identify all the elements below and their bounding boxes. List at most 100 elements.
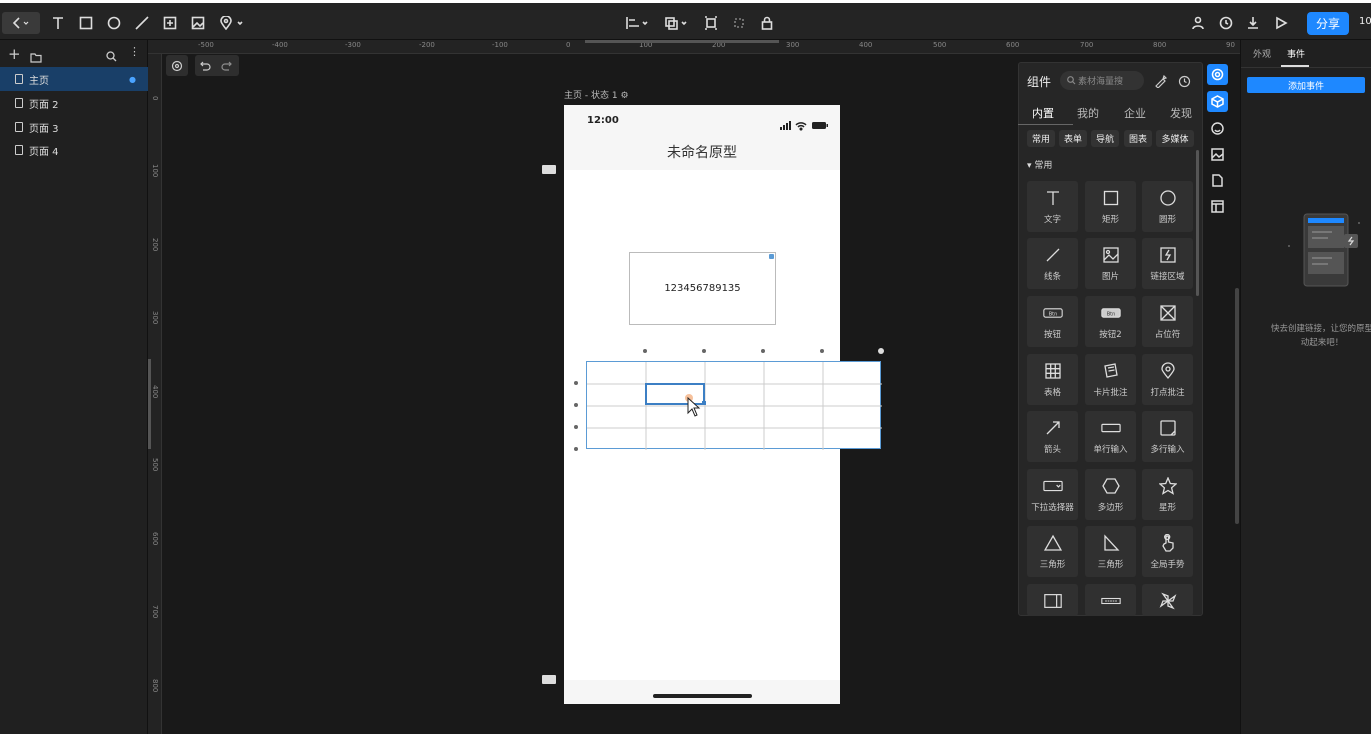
row-handle[interactable]: [574, 403, 578, 407]
row-handle[interactable]: [574, 447, 578, 451]
component-triangle[interactable]: 三角形: [1027, 526, 1078, 577]
battery-icon: [812, 122, 828, 129]
layout-icon[interactable]: [1207, 196, 1228, 217]
settings-icon[interactable]: ⚙: [620, 91, 628, 101]
component-table[interactable]: 表格: [1027, 354, 1078, 405]
component-polygon[interactable]: 多边形: [1085, 469, 1136, 520]
placeholder-icon: [1158, 303, 1178, 323]
component-dropdown[interactable]: 下拉选择器: [1027, 469, 1078, 520]
tab-events[interactable]: 事件: [1287, 47, 1305, 60]
tab-appearance[interactable]: 外观: [1253, 47, 1271, 60]
pinwheel-icon: [1158, 591, 1178, 611]
component-star[interactable]: 星形: [1142, 469, 1193, 520]
resize-handle[interactable]: [769, 254, 774, 259]
tab-discover[interactable]: 发现: [1170, 105, 1192, 121]
column-handle[interactable]: [643, 349, 647, 353]
history-icon[interactable]: [1178, 73, 1191, 92]
download-icon[interactable]: [1245, 12, 1261, 34]
page-item-4[interactable]: 页面 4: [0, 138, 148, 162]
tab-mine[interactable]: 我的: [1077, 105, 1099, 121]
row-handle[interactable]: [574, 425, 578, 429]
component-single-input[interactable]: 单行输入: [1085, 411, 1136, 462]
user-icon[interactable]: [1191, 12, 1207, 34]
more-options-icon[interactable]: ⋮: [129, 45, 140, 58]
component-button2[interactable]: Btn 按钮2: [1085, 296, 1136, 347]
page-item-2[interactable]: 页面 2: [0, 91, 148, 115]
fixed-header-tag-icon[interactable]: [542, 165, 556, 174]
target-icon[interactable]: [166, 55, 188, 76]
lock-icon[interactable]: [759, 12, 775, 34]
align-dropdown[interactable]: [625, 12, 651, 34]
fixed-footer-tag-icon[interactable]: [542, 675, 556, 684]
component-pinwheel[interactable]: [1142, 584, 1193, 616]
column-handle[interactable]: [702, 349, 706, 353]
line-tool-icon[interactable]: [134, 12, 150, 34]
component-placeholder[interactable]: 占位符: [1142, 296, 1193, 347]
hotspot-icon: [1158, 245, 1178, 265]
column-handle[interactable]: [820, 349, 824, 353]
history-icon[interactable]: [1218, 12, 1234, 34]
component-card-annotation[interactable]: 卡片批注: [1085, 354, 1136, 405]
component-right-triangle[interactable]: 三角形: [1085, 526, 1136, 577]
frame-label[interactable]: 主页 - 状态 1 ⚙: [564, 88, 629, 101]
brush-icon[interactable]: [1154, 73, 1168, 92]
target-panel-icon[interactable]: [1207, 64, 1228, 85]
page-item-3[interactable]: 页面 3: [0, 115, 148, 139]
subtab-navigation[interactable]: 导航: [1091, 130, 1119, 147]
tab-builtin[interactable]: 内置: [1032, 105, 1054, 121]
subtab-form[interactable]: 表单: [1059, 130, 1087, 147]
component-line[interactable]: 线条: [1027, 238, 1078, 289]
ungroup-icon[interactable]: [731, 12, 747, 34]
ruler-vertical: 0 100 200 300 400 500 600 700 800: [148, 54, 162, 734]
text-tool-icon[interactable]: [50, 12, 66, 34]
pin-tool-dropdown[interactable]: [218, 12, 246, 34]
document-icon[interactable]: [1207, 170, 1228, 191]
subtab-common[interactable]: 常用: [1027, 130, 1055, 147]
image-tool-icon[interactable]: [190, 12, 206, 34]
rectangle-tool-icon[interactable]: [78, 12, 94, 34]
back-button[interactable]: [2, 12, 40, 34]
search-icon[interactable]: [106, 47, 117, 66]
component-label: 线条: [1043, 272, 1061, 282]
component-scrollbar[interactable]: [1196, 150, 1199, 296]
component-gesture[interactable]: 全局手势: [1142, 526, 1193, 577]
component-button[interactable]: Btn 按钮: [1027, 296, 1078, 347]
component-rectangle[interactable]: 矩形: [1085, 181, 1136, 232]
subtab-chart[interactable]: 图表: [1124, 130, 1152, 147]
add-page-icon[interactable]: +: [8, 45, 21, 63]
column-handle[interactable]: [761, 349, 765, 353]
canvas-scrollbar[interactable]: [1235, 288, 1239, 524]
zoom-level[interactable]: 10: [1359, 16, 1371, 27]
component-text[interactable]: 文字: [1027, 181, 1078, 232]
preview-play-icon[interactable]: [1273, 12, 1289, 34]
component-image[interactable]: 图片: [1085, 238, 1136, 289]
table-grid: [587, 362, 882, 450]
page-icon: [15, 145, 23, 155]
component-search-input[interactable]: 素材海量搜: [1060, 71, 1144, 90]
component-arrow[interactable]: 箭头: [1027, 411, 1078, 462]
ellipse-tool-icon[interactable]: [106, 12, 122, 34]
image-library-icon[interactable]: [1207, 144, 1228, 165]
add-event-button[interactable]: 添加事件: [1247, 77, 1365, 93]
component-pin-annotation[interactable]: 打点批注: [1142, 354, 1193, 405]
hotspot-tool-icon[interactable]: [162, 12, 178, 34]
table-element[interactable]: [586, 361, 882, 450]
row-handle[interactable]: [574, 381, 578, 385]
page-item-home[interactable]: 主页 ●: [0, 67, 148, 91]
component-textarea[interactable]: 多行输入: [1142, 411, 1193, 462]
component-slider[interactable]: [1085, 584, 1136, 616]
subtab-media[interactable]: 多媒体: [1156, 130, 1194, 147]
group-icon[interactable]: [703, 12, 719, 34]
component-circle[interactable]: 圆形: [1142, 181, 1193, 232]
section-common-header[interactable]: ▾ 常用: [1027, 158, 1052, 171]
emoji-icon[interactable]: [1207, 118, 1228, 139]
table-corner-handle[interactable]: [878, 348, 884, 354]
text-element[interactable]: 123456789135: [629, 252, 776, 325]
components-panel-icon[interactable]: [1207, 91, 1228, 112]
arrange-dropdown[interactable]: [664, 12, 690, 34]
folder-icon[interactable]: [30, 48, 42, 67]
share-button[interactable]: 分享: [1307, 12, 1349, 35]
component-hotspot[interactable]: 链接区域: [1142, 238, 1193, 289]
component-container[interactable]: [1027, 584, 1078, 616]
tab-enterprise[interactable]: 企业: [1124, 105, 1146, 121]
